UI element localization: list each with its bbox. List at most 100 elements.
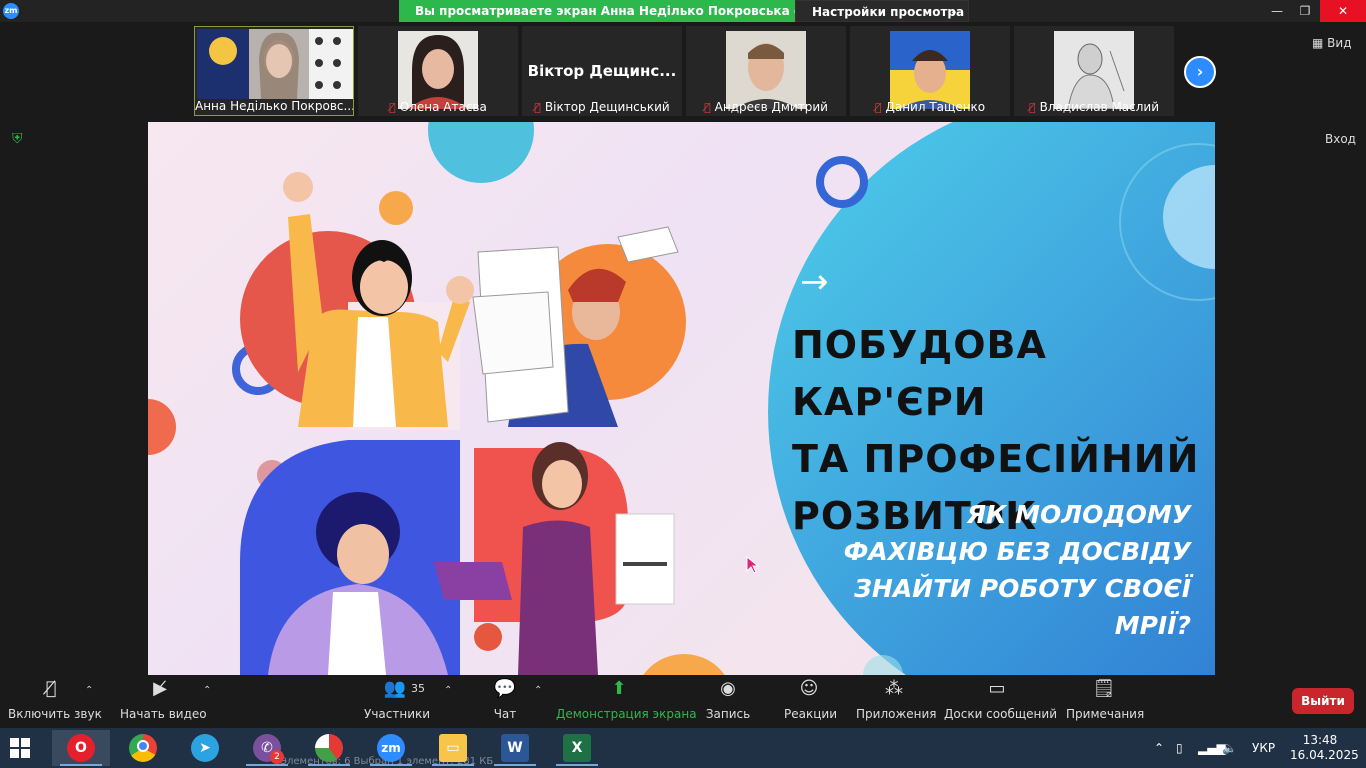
view-button[interactable]: ▦ Вид bbox=[1312, 36, 1351, 50]
record-button[interactable]: ◉ Запись bbox=[704, 675, 752, 728]
clock-date: 16.04.2025 bbox=[1290, 748, 1359, 762]
view-label: Вид bbox=[1327, 36, 1352, 50]
opera-icon: O bbox=[67, 734, 95, 762]
close-button[interactable]: ✕ bbox=[1320, 0, 1366, 22]
notes-icon: 🗒 bbox=[1092, 678, 1116, 699]
slide-subtitle-line: МРІЇ? bbox=[1114, 611, 1191, 640]
chat-button[interactable]: 💬 Чат bbox=[490, 675, 520, 728]
unmute-label: Включить звук bbox=[8, 707, 102, 721]
participant-video bbox=[890, 31, 970, 109]
share-screen-icon: ⬆ bbox=[611, 678, 627, 699]
taskbar-chrome[interactable] bbox=[114, 730, 172, 766]
excel-icon: X bbox=[563, 734, 591, 762]
taskbar-zoom[interactable]: zm bbox=[362, 730, 420, 766]
participant-tile[interactable]: 🎙̸ Андреєв Дмитрий bbox=[686, 26, 846, 116]
keyboard-language[interactable]: УКР bbox=[1252, 728, 1275, 768]
meeting-toolbar: 🎙̸ Включить звук ⌃ ▶̸ Начать видео ⌃ 👥 У… bbox=[0, 675, 1366, 728]
participant-tile[interactable]: 🎙̸ Владислав Маслий bbox=[1014, 26, 1174, 116]
share-screen-label: Демонстрация экрана bbox=[556, 707, 697, 721]
whiteboards-label: Доски сообщений bbox=[944, 707, 1057, 721]
notification-badge: 2 bbox=[270, 750, 284, 764]
word-icon: W bbox=[501, 734, 529, 762]
notes-button[interactable]: 🗒 Примечания bbox=[1066, 675, 1145, 728]
participant-name: Олена Атаєва bbox=[399, 100, 487, 114]
video-options-chevron-icon[interactable]: ⌃ bbox=[203, 685, 211, 696]
participant-name: Андреєв Дмитрий bbox=[714, 100, 828, 114]
participant-name: Владислав Маслий bbox=[1039, 100, 1160, 114]
participant-tile[interactable]: 🎙̸ Олена Атаєва bbox=[358, 26, 518, 116]
participants-options-chevron-icon[interactable]: ⌃ bbox=[444, 685, 452, 696]
chat-options-chevron-icon[interactable]: ⌃ bbox=[534, 685, 542, 696]
slide-subtitle: ЯК МОЛОДОМУ ФАХІВЦЮ БЕЗ ДОСВІДУ ЗНАЙТИ Р… bbox=[844, 496, 1191, 644]
telegram-icon: ➤ bbox=[191, 734, 219, 762]
leave-button[interactable]: Выйти bbox=[1292, 688, 1354, 714]
participant-tile[interactable]: Анна Неділько Покровс... bbox=[194, 26, 354, 116]
exit-fullscreen-button[interactable]: Вход bbox=[1325, 132, 1356, 146]
start-video-button[interactable]: ▶̸ Начать видео bbox=[120, 675, 207, 728]
participant-tile[interactable]: Віктор Дещинс... 🎙̸ Віктор Дещинський bbox=[522, 26, 682, 116]
start-video-label: Начать видео bbox=[120, 707, 207, 721]
taskbar-excel[interactable]: X bbox=[548, 730, 606, 766]
system-clock[interactable]: 13:48 16.04.2025 bbox=[1290, 733, 1359, 763]
taskbar-viber[interactable]: ✆ 2 bbox=[238, 730, 296, 766]
view-settings-label: Настройки просмотра bbox=[812, 5, 965, 19]
grid-icon: ▦ bbox=[1312, 36, 1328, 50]
volume-icon[interactable]: 🔈 bbox=[1222, 728, 1237, 768]
shared-screen-slide: → ПОБУДОВА КАР'ЄРИ ТА ПРОФЕСІЙНИЙ РОЗВИТ… bbox=[148, 122, 1215, 675]
clock-time: 13:48 bbox=[1302, 733, 1338, 747]
title-bar: zm Вы просматриваете экран Анна Неділько… bbox=[0, 0, 1366, 22]
slide-title-line: ТА ПРОФЕСІЙНИЙ bbox=[792, 437, 1200, 481]
zoom-logo-icon: zm bbox=[3, 3, 19, 19]
zoom-icon: zm bbox=[377, 734, 405, 762]
muted-mic-icon: 🎙̸ bbox=[389, 101, 396, 114]
participant-name: Віктор Дещинський bbox=[544, 100, 670, 114]
muted-mic-icon: 🎙̸ bbox=[1028, 101, 1036, 114]
next-page-button[interactable]: › bbox=[1184, 56, 1216, 88]
taskbar-opera[interactable]: O bbox=[52, 730, 110, 766]
participants-count: 35 bbox=[411, 682, 425, 695]
device-icon[interactable]: ▯ bbox=[1176, 728, 1183, 768]
apps-button[interactable]: ⁂ Приложения bbox=[856, 675, 937, 728]
taskbar-word[interactable]: W bbox=[486, 730, 544, 766]
windows-taskbar: Элементов: 6 Выбран 1 элемент: 281 КБ O … bbox=[0, 728, 1366, 768]
participant-name-placeholder: Віктор Дещинс... bbox=[527, 62, 677, 80]
view-settings-button[interactable]: Настройки просмотра ⌄ bbox=[795, 0, 969, 22]
taskbar-file-explorer[interactable]: ▭ bbox=[424, 730, 482, 766]
video-off-icon: ▶̸ bbox=[153, 678, 167, 699]
windows-start-icon[interactable] bbox=[10, 738, 30, 758]
notes-label: Примечания bbox=[1066, 707, 1145, 721]
record-icon: ◉ bbox=[720, 678, 736, 699]
arrow-icon: → bbox=[800, 262, 829, 302]
taskbar-telegram[interactable]: ➤ bbox=[176, 730, 234, 766]
participant-name: Анна Неділько Покровс... bbox=[195, 99, 353, 113]
reactions-button[interactable]: ☺ Реакции bbox=[784, 675, 837, 728]
minimize-button[interactable]: — bbox=[1262, 0, 1292, 22]
chat-label: Чат bbox=[493, 707, 517, 721]
participant-name: Данил Тащенко bbox=[885, 100, 986, 114]
participant-video bbox=[398, 31, 478, 109]
muted-mic-icon: 🎙̸ bbox=[704, 101, 711, 114]
screen-share-banner: Вы просматриваете экран Анна Неділько По… bbox=[399, 0, 795, 22]
apps-icon: ⁂ bbox=[885, 678, 903, 699]
whiteboards-button[interactable]: ▭ Доски сообщений bbox=[944, 675, 1057, 728]
participant-video bbox=[726, 31, 806, 109]
slide-subtitle-line: ЯК МОЛОДОМУ bbox=[966, 500, 1191, 529]
chat-icon: 💬 bbox=[493, 678, 517, 699]
participant-video bbox=[1054, 31, 1134, 109]
audio-options-chevron-icon[interactable]: ⌃ bbox=[85, 685, 93, 696]
muted-mic-icon: 🎙̸ bbox=[874, 101, 882, 114]
slide-title-line: ПОБУДОВА КАР'ЄРИ bbox=[792, 323, 1047, 424]
share-screen-button[interactable]: ⬆ Демонстрация экрана bbox=[556, 675, 697, 728]
participants-label: Участники bbox=[364, 707, 431, 721]
taskbar-presentation[interactable] bbox=[300, 730, 358, 766]
slide-subtitle-line: ФАХІВЦЮ БЕЗ ДОСВІДУ bbox=[843, 537, 1191, 566]
participant-tile[interactable]: 🎙̸ Данил Тащенко bbox=[850, 26, 1010, 116]
apps-label: Приложения bbox=[856, 707, 937, 721]
slide-subtitle-line: ЗНАЙТИ РОБОТУ СВОЄЇ bbox=[854, 574, 1191, 603]
unmute-button[interactable]: 🎙̸ Включить звук bbox=[8, 675, 102, 728]
tray-overflow-chevron-icon[interactable]: ⌃ bbox=[1154, 728, 1164, 768]
security-shield-icon[interactable]: ⛨ bbox=[12, 131, 28, 149]
chevron-down-icon: ⌄ bbox=[949, 6, 958, 17]
reactions-icon: ☺ bbox=[799, 678, 819, 699]
maximize-button[interactable]: ❐ bbox=[1290, 0, 1320, 22]
